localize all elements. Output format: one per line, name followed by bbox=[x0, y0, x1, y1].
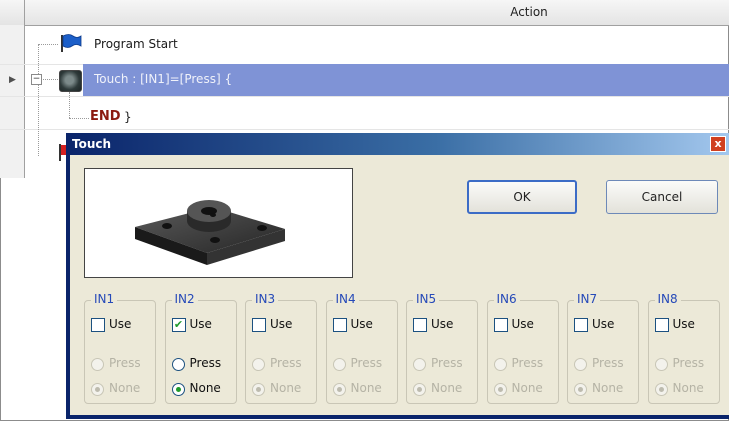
input-group-in6: IN6 Use Press None bbox=[486, 292, 559, 404]
tree-connector bbox=[38, 44, 58, 45]
use-checkbox[interactable]: ✔ bbox=[171, 318, 186, 332]
none-label[interactable]: None bbox=[673, 381, 704, 395]
none-radio[interactable] bbox=[654, 383, 668, 396]
none-radio[interactable] bbox=[413, 383, 426, 396]
press-radio[interactable] bbox=[574, 358, 587, 371]
press-label[interactable]: Press bbox=[270, 356, 302, 370]
input-group-in4: IN4 Use Press None bbox=[325, 292, 398, 404]
press-radio[interactable] bbox=[654, 358, 668, 371]
input-group-in8: IN8 Use Press None bbox=[647, 292, 720, 404]
none-label[interactable]: None bbox=[270, 381, 301, 395]
input-group-in5: IN5 Use Press None bbox=[406, 292, 478, 404]
none-radio[interactable] bbox=[332, 383, 346, 396]
action-column-header[interactable]: Action bbox=[489, 5, 569, 19]
dialog-titlebar[interactable]: Touch x bbox=[66, 133, 729, 155]
expander-icon[interactable]: − bbox=[31, 74, 42, 85]
none-label[interactable]: None bbox=[190, 381, 221, 395]
press-radio[interactable] bbox=[413, 358, 426, 371]
none-radio[interactable] bbox=[252, 383, 265, 396]
use-checkbox[interactable] bbox=[654, 318, 669, 332]
input-group-label: IN3 bbox=[252, 292, 279, 306]
device-image-frame bbox=[84, 168, 353, 278]
row-divider bbox=[0, 96, 729, 97]
press-label[interactable]: Press bbox=[592, 356, 624, 370]
input-group-label: IN2 bbox=[171, 292, 198, 306]
input-group-label: IN8 bbox=[654, 292, 681, 306]
flag-icon bbox=[61, 34, 82, 52]
press-radio[interactable] bbox=[252, 358, 265, 371]
dialog-title: Touch bbox=[72, 137, 112, 151]
touch-node-label[interactable]: Touch : [IN1]=[Press] { bbox=[94, 72, 232, 86]
grid-header: Action bbox=[0, 0, 729, 26]
use-checkbox[interactable] bbox=[91, 318, 105, 332]
none-label[interactable]: None bbox=[431, 381, 462, 395]
input-group-in2: IN2 ✔ Use Press None bbox=[164, 292, 237, 404]
end-label[interactable]: END bbox=[90, 109, 121, 124]
dialog-body: OK Cancel IN1 Use Press None IN2 ✔ Use Press Non… bbox=[70, 155, 729, 415]
press-label[interactable]: Press bbox=[673, 356, 705, 370]
use-label[interactable]: Use bbox=[592, 317, 614, 331]
press-label[interactable]: Press bbox=[351, 356, 383, 370]
touch-sensor-image bbox=[135, 200, 285, 265]
use-label[interactable]: Use bbox=[109, 317, 131, 331]
use-label[interactable]: Use bbox=[673, 317, 695, 331]
none-radio[interactable] bbox=[91, 383, 104, 396]
tree-connector bbox=[38, 44, 39, 156]
input-group-label: IN5 bbox=[413, 292, 440, 306]
use-label[interactable]: Use bbox=[190, 317, 212, 331]
cancel-button[interactable]: Cancel bbox=[606, 180, 718, 214]
tree-connector bbox=[69, 92, 70, 118]
input-group-in3: IN3 Use Press None bbox=[245, 292, 317, 404]
none-radio[interactable] bbox=[574, 383, 587, 396]
grid-header-corner bbox=[0, 0, 25, 25]
press-label[interactable]: Press bbox=[512, 356, 544, 370]
press-label[interactable]: Press bbox=[109, 356, 141, 370]
press-label[interactable]: Press bbox=[431, 356, 463, 370]
none-radio[interactable] bbox=[171, 383, 185, 396]
tree-connector bbox=[41, 79, 58, 80]
input-group-label: IN4 bbox=[332, 292, 359, 306]
use-label[interactable]: Use bbox=[270, 317, 292, 331]
input-group-label: IN7 bbox=[574, 292, 601, 306]
press-label[interactable]: Press bbox=[190, 356, 222, 370]
touch-dialog: Touch x OK Cancel IN1 Use Press None IN2… bbox=[66, 133, 729, 419]
press-radio[interactable] bbox=[493, 358, 507, 371]
program-start-label[interactable]: Program Start bbox=[94, 37, 178, 51]
use-checkbox[interactable] bbox=[413, 318, 427, 332]
ok-button[interactable]: OK bbox=[467, 180, 577, 214]
none-label[interactable]: None bbox=[351, 381, 382, 395]
input-group-in1: IN1 Use Press None bbox=[84, 292, 156, 404]
row-divider bbox=[0, 129, 729, 130]
use-checkbox[interactable] bbox=[493, 318, 508, 332]
row-arrow-icon: ▶ bbox=[9, 75, 16, 85]
none-label[interactable]: None bbox=[109, 381, 140, 395]
none-radio[interactable] bbox=[493, 383, 507, 396]
close-icon[interactable]: x bbox=[710, 136, 726, 152]
use-label[interactable]: Use bbox=[512, 317, 534, 331]
close-brace-label: } bbox=[124, 110, 132, 124]
use-checkbox[interactable] bbox=[332, 318, 347, 332]
use-label[interactable]: Use bbox=[351, 317, 373, 331]
input-group-in7: IN7 Use Press None bbox=[567, 292, 639, 404]
input-group-label: IN6 bbox=[493, 292, 520, 306]
none-label[interactable]: None bbox=[592, 381, 623, 395]
none-label[interactable]: None bbox=[512, 381, 543, 395]
tree-connector bbox=[69, 118, 89, 119]
use-checkbox[interactable] bbox=[252, 318, 266, 332]
use-label[interactable]: Use bbox=[431, 317, 453, 331]
touch-sensor-icon bbox=[59, 70, 82, 92]
press-radio[interactable] bbox=[332, 358, 346, 371]
use-checkbox[interactable] bbox=[574, 318, 588, 332]
press-radio[interactable] bbox=[171, 358, 185, 371]
row-header-column bbox=[0, 25, 25, 178]
input-group-label: IN1 bbox=[91, 292, 118, 306]
press-radio[interactable] bbox=[91, 358, 104, 371]
